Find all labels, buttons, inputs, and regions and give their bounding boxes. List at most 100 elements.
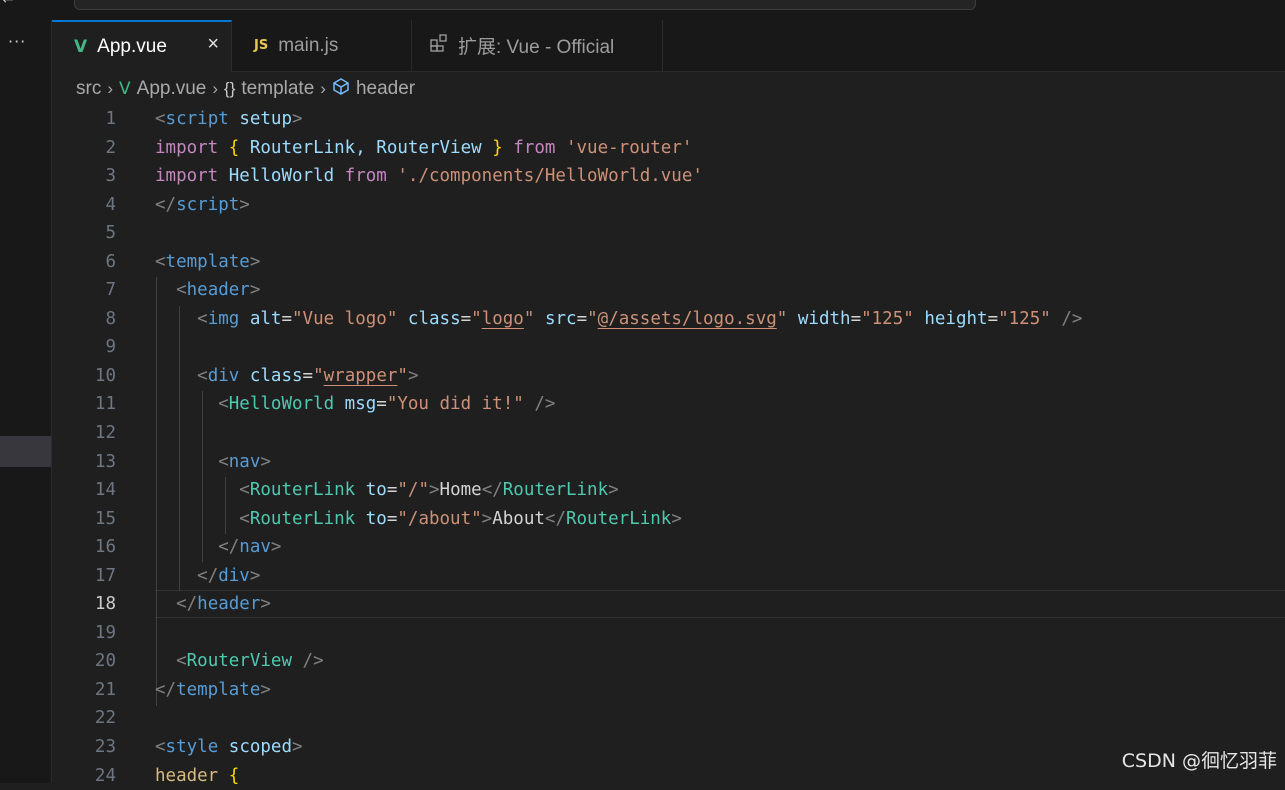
code-line[interactable]: </div>	[155, 562, 1285, 591]
code-line[interactable]: <nav>	[155, 448, 1285, 477]
tab-app-vue[interactable]: V App.vue ×	[52, 20, 232, 72]
tab-main-js[interactable]: JS main.js	[232, 20, 412, 71]
code-token: template	[165, 251, 250, 272]
code-token: "You did it!"	[386, 394, 524, 415]
code-token: @/assets/logo.svg	[597, 308, 777, 329]
code-token: import	[155, 166, 219, 187]
code-token: scoped	[228, 737, 292, 758]
code-token: template	[176, 679, 261, 700]
code-line[interactable]: import { RouterLink, RouterView } from '…	[155, 134, 1285, 163]
code-token: img	[207, 308, 240, 329]
code-line[interactable]: <header>	[155, 276, 1285, 305]
code-line[interactable]	[155, 704, 1285, 733]
code-line[interactable]: </script>	[155, 191, 1285, 220]
code-token: }	[492, 137, 503, 158]
element-icon	[332, 77, 350, 101]
code-line[interactable]	[155, 619, 1285, 648]
vue-icon: V	[74, 37, 88, 57]
code-line[interactable]: <script setup>	[155, 105, 1285, 134]
more-icon[interactable]: ···	[8, 32, 26, 51]
code-token: >	[407, 365, 419, 386]
code-token: >	[292, 109, 303, 129]
editor-tabs: V App.vue × JS main.js 扩展: Vue - Officia…	[52, 20, 1285, 72]
code-token: </	[481, 480, 503, 501]
code-token: <	[155, 251, 166, 272]
code-line[interactable]: <template>	[155, 248, 1285, 277]
line-number: 8	[105, 308, 116, 329]
command-center-search[interactable]	[74, 0, 976, 10]
code-line[interactable]: <img alt="Vue logo" class="logo" src="@/…	[155, 305, 1285, 334]
code-token: './components/HelloWorld.vue'	[397, 166, 703, 187]
code-token: <	[239, 508, 250, 529]
code-token: {	[228, 137, 240, 158]
code-token: setup	[239, 109, 292, 129]
code-token: </	[544, 508, 566, 529]
code-token: <	[176, 280, 187, 301]
breadcrumb-item-header[interactable]: header	[356, 78, 415, 100]
code-token: "/about"	[397, 508, 482, 529]
code-line[interactable]: <RouterLink to="/about">About</RouterLin…	[155, 505, 1285, 534]
code-token: <	[218, 451, 229, 472]
code-line[interactable]: <RouterView />	[155, 647, 1285, 676]
code-token: "	[313, 365, 324, 386]
title-bar: ←	[0, 0, 1285, 20]
line-number: 11	[94, 394, 116, 415]
code-line[interactable]: <RouterLink to="/">Home</RouterLink>	[155, 476, 1285, 505]
code-token: "Vue logo"	[292, 308, 398, 329]
code-line[interactable]: import HelloWorld from './components/Hel…	[155, 162, 1285, 191]
code-line[interactable]: <style scoped>	[155, 733, 1285, 762]
code-line[interactable]: header {	[155, 762, 1285, 790]
breadcrumb-item-src[interactable]: src	[76, 78, 101, 100]
code-token: from	[513, 137, 556, 158]
back-arrow-icon[interactable]: ←	[2, 0, 14, 8]
code-token: "	[587, 308, 598, 329]
code-token: <	[197, 365, 208, 386]
line-number: 17	[94, 565, 116, 586]
code-token: RouterLink	[502, 480, 609, 501]
code-line[interactable]: </nav>	[155, 533, 1285, 562]
code-token: "	[776, 308, 788, 329]
code-editor[interactable]: <script setup> import { RouterLink, Route…	[155, 105, 1285, 790]
code-token: class	[407, 308, 461, 329]
code-token: >	[428, 480, 440, 501]
code-line[interactable]: </header>	[155, 590, 1285, 619]
code-token: 'vue-router'	[565, 137, 693, 158]
code-line[interactable]	[155, 219, 1285, 248]
tab-extension-vue-official[interactable]: 扩展: Vue - Official	[412, 20, 663, 71]
line-number: 3	[105, 166, 116, 187]
code-line[interactable]: </template>	[155, 676, 1285, 705]
tab-label: App.vue	[97, 36, 167, 57]
code-token: <	[176, 651, 187, 672]
breadcrumb-item-app-vue[interactable]: App.vue	[137, 78, 207, 100]
line-number: 6	[105, 251, 116, 272]
code-token: >	[249, 251, 261, 272]
code-token: >	[270, 537, 282, 558]
close-icon[interactable]: ×	[207, 33, 219, 56]
code-token: =	[460, 308, 472, 329]
code-line[interactable]	[155, 419, 1285, 448]
tab-label: main.js	[278, 34, 339, 56]
code-token: </	[176, 594, 198, 615]
sidebar-selected-item[interactable]	[0, 436, 51, 467]
code-line[interactable]	[155, 333, 1285, 362]
code-token: nav	[228, 451, 261, 472]
code-token: "125"	[861, 308, 914, 329]
code-line[interactable]: <HelloWorld msg="You did it!" />	[155, 390, 1285, 419]
breadcrumb-item-template[interactable]: template	[241, 78, 314, 100]
code-token: >	[249, 280, 261, 301]
code-line[interactable]: <div class="wrapper">	[155, 362, 1285, 391]
extension-icon	[430, 34, 448, 57]
